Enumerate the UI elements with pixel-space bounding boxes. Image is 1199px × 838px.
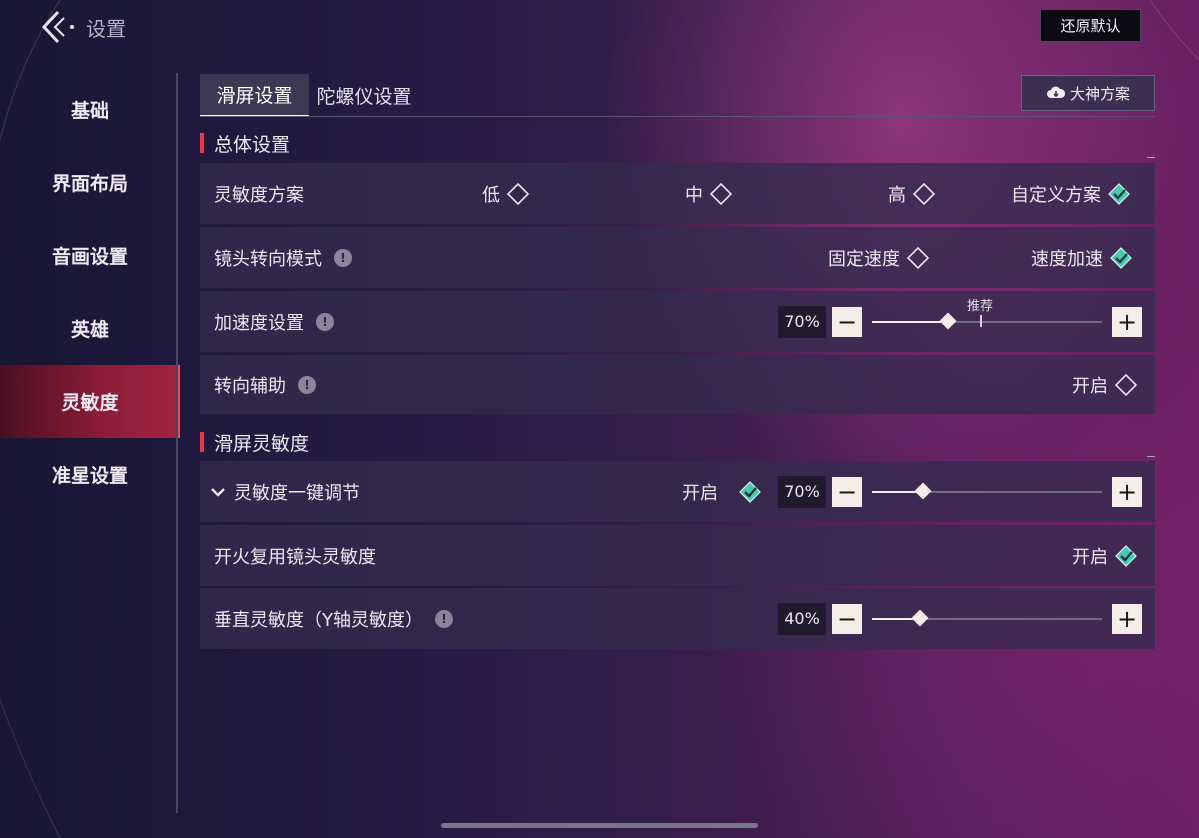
one-key-label-wrap[interactable]: 灵敏度一键调节 bbox=[210, 479, 360, 505]
diamond-unchecked-icon bbox=[906, 246, 930, 269]
vertical-label-wrap: 垂直灵敏度（Y轴灵敏度） ! bbox=[214, 606, 453, 632]
slider-knob[interactable] bbox=[911, 609, 929, 627]
vertical-label: 垂直灵敏度（Y轴灵敏度） bbox=[214, 609, 423, 631]
diamond-checked-icon bbox=[1110, 246, 1132, 269]
back-button[interactable] bbox=[38, 8, 78, 46]
option-low[interactable]: 低 bbox=[482, 181, 530, 207]
section-general-title: 总体设置 bbox=[214, 133, 291, 156]
cloud-download-icon bbox=[1046, 86, 1066, 98]
vertical-decrease-button[interactable]: − bbox=[832, 603, 862, 634]
option-high[interactable]: 高 bbox=[888, 181, 936, 207]
tab-swipe-settings[interactable]: 滑屏设置 bbox=[200, 74, 309, 117]
chevron-down-icon bbox=[211, 487, 225, 497]
row-turn-assist: 转向辅助 ! 开启 bbox=[200, 355, 1155, 414]
one-key-toggle-label: 开启 bbox=[682, 482, 718, 504]
fire-reuse-toggle[interactable]: 开启 bbox=[1072, 543, 1138, 569]
option-mid-label: 中 bbox=[685, 184, 703, 206]
section-swipe-header: 滑屏灵敏度 bbox=[200, 427, 1155, 457]
row-vertical-sensitivity: 垂直灵敏度（Y轴灵敏度） ! 40% − + bbox=[200, 588, 1155, 649]
pro-scheme-button[interactable]: 大神方案 bbox=[1021, 75, 1155, 111]
diamond-unchecked-icon bbox=[506, 182, 530, 205]
diamond-unchecked-icon bbox=[912, 182, 936, 205]
turn-assist-toggle-label: 开启 bbox=[1072, 375, 1108, 397]
fire-reuse-label: 开火复用镜头灵敏度 bbox=[214, 546, 376, 568]
section-swipe-title: 滑屏灵敏度 bbox=[214, 432, 310, 455]
diamond-unchecked-icon bbox=[709, 182, 733, 205]
option-speed-accel-label: 速度加速 bbox=[1031, 248, 1103, 270]
pro-scheme-label: 大神方案 bbox=[1069, 84, 1130, 103]
recommend-marker bbox=[980, 315, 982, 327]
diamond-unchecked-icon bbox=[1114, 373, 1138, 396]
section-rule bbox=[1147, 157, 1155, 158]
one-key-slider[interactable] bbox=[872, 482, 1102, 500]
one-key-decrease-button[interactable]: − bbox=[832, 476, 862, 507]
info-icon[interactable]: ! bbox=[316, 312, 334, 331]
row-camera-turn-mode: 镜头转向模式 ! 固定速度 速度加速 bbox=[200, 227, 1155, 288]
sidebar-item-ui-layout[interactable]: 界面布局 bbox=[0, 146, 180, 219]
turn-assist-label-wrap: 转向辅助 ! bbox=[214, 372, 316, 398]
row-sensitivity-scheme: 灵敏度方案 低 中 高 自定义方案 bbox=[200, 163, 1155, 224]
slider-fill bbox=[872, 321, 948, 323]
camera-turn-mode-label: 镜头转向模式 bbox=[214, 248, 322, 270]
option-speed-accel[interactable]: 速度加速 bbox=[1031, 245, 1133, 271]
option-high-label: 高 bbox=[888, 184, 906, 206]
sidebar-divider bbox=[176, 73, 178, 813]
acceleration-label: 加速度设置 bbox=[214, 312, 304, 334]
row-fire-reuse: 开火复用镜头灵敏度 开启 bbox=[200, 525, 1155, 586]
section-rule bbox=[1147, 456, 1155, 457]
slider-knob[interactable] bbox=[939, 312, 957, 330]
reset-default-button[interactable]: 还原默认 bbox=[1040, 9, 1141, 42]
option-custom[interactable]: 自定义方案 bbox=[1011, 181, 1131, 207]
turn-assist-label: 转向辅助 bbox=[214, 375, 286, 397]
home-indicator[interactable] bbox=[441, 823, 758, 828]
back-arrow-icon bbox=[41, 10, 74, 44]
info-icon[interactable]: ! bbox=[334, 248, 352, 267]
sidebar-item-sensitivity[interactable]: 灵敏度 bbox=[0, 365, 180, 438]
acceleration-decrease-button[interactable]: − bbox=[832, 306, 862, 337]
diamond-checked-icon bbox=[739, 480, 761, 503]
one-key-label: 灵敏度一键调节 bbox=[234, 482, 360, 504]
option-fixed-speed[interactable]: 固定速度 bbox=[828, 245, 930, 271]
sidebar-item-audio-video[interactable]: 音画设置 bbox=[0, 219, 180, 292]
sidebar: 基础 界面布局 音画设置 英雄 灵敏度 准星设置 bbox=[0, 73, 180, 511]
sidebar-item-crosshair[interactable]: 准星设置 bbox=[0, 438, 180, 511]
section-accent-bar bbox=[200, 432, 204, 452]
acceleration-increase-button[interactable]: + bbox=[1112, 306, 1142, 337]
page-title: 设置 bbox=[86, 17, 126, 41]
fire-reuse-toggle-label: 开启 bbox=[1072, 546, 1108, 568]
info-icon[interactable]: ! bbox=[435, 609, 453, 628]
diamond-checked-icon bbox=[1115, 544, 1137, 567]
tab-gyroscope-settings[interactable]: 陀螺仪设置 bbox=[309, 74, 419, 117]
slider-knob[interactable] bbox=[914, 482, 932, 500]
tabs-divider bbox=[200, 116, 1155, 117]
acceleration-label-wrap: 加速度设置 ! bbox=[214, 309, 334, 335]
vertical-increase-button[interactable]: + bbox=[1112, 603, 1142, 634]
turn-assist-toggle[interactable]: 开启 bbox=[1072, 372, 1138, 398]
one-key-value: 70% bbox=[778, 475, 826, 508]
row-acceleration: 加速度设置 ! 70% − 推荐 + bbox=[200, 291, 1155, 352]
vertical-slider[interactable] bbox=[872, 609, 1102, 627]
option-custom-label: 自定义方案 bbox=[1011, 184, 1101, 206]
diamond-checked-icon bbox=[1108, 182, 1130, 205]
option-fixed-speed-label: 固定速度 bbox=[828, 248, 900, 270]
one-key-toggle[interactable]: 开启 bbox=[682, 479, 762, 505]
sensitivity-scheme-label: 灵敏度方案 bbox=[214, 184, 304, 206]
row-one-key-adjust: 灵敏度一键调节 开启 70% − + bbox=[200, 461, 1155, 522]
option-mid[interactable]: 中 bbox=[685, 181, 733, 207]
option-low-label: 低 bbox=[482, 184, 500, 206]
one-key-increase-button[interactable]: + bbox=[1112, 476, 1142, 507]
info-icon[interactable]: ! bbox=[298, 375, 316, 394]
sidebar-item-basic[interactable]: 基础 bbox=[0, 73, 180, 146]
section-accent-bar bbox=[200, 133, 204, 153]
sidebar-item-hero[interactable]: 英雄 bbox=[0, 292, 180, 365]
acceleration-value: 70% bbox=[778, 305, 826, 338]
camera-turn-mode-label-wrap: 镜头转向模式 ! bbox=[214, 245, 352, 271]
recommend-label: 推荐 bbox=[966, 299, 994, 314]
section-general-header: 总体设置 bbox=[200, 128, 1155, 158]
vertical-value: 40% bbox=[778, 602, 826, 635]
acceleration-slider[interactable]: 推荐 bbox=[872, 299, 1102, 330]
